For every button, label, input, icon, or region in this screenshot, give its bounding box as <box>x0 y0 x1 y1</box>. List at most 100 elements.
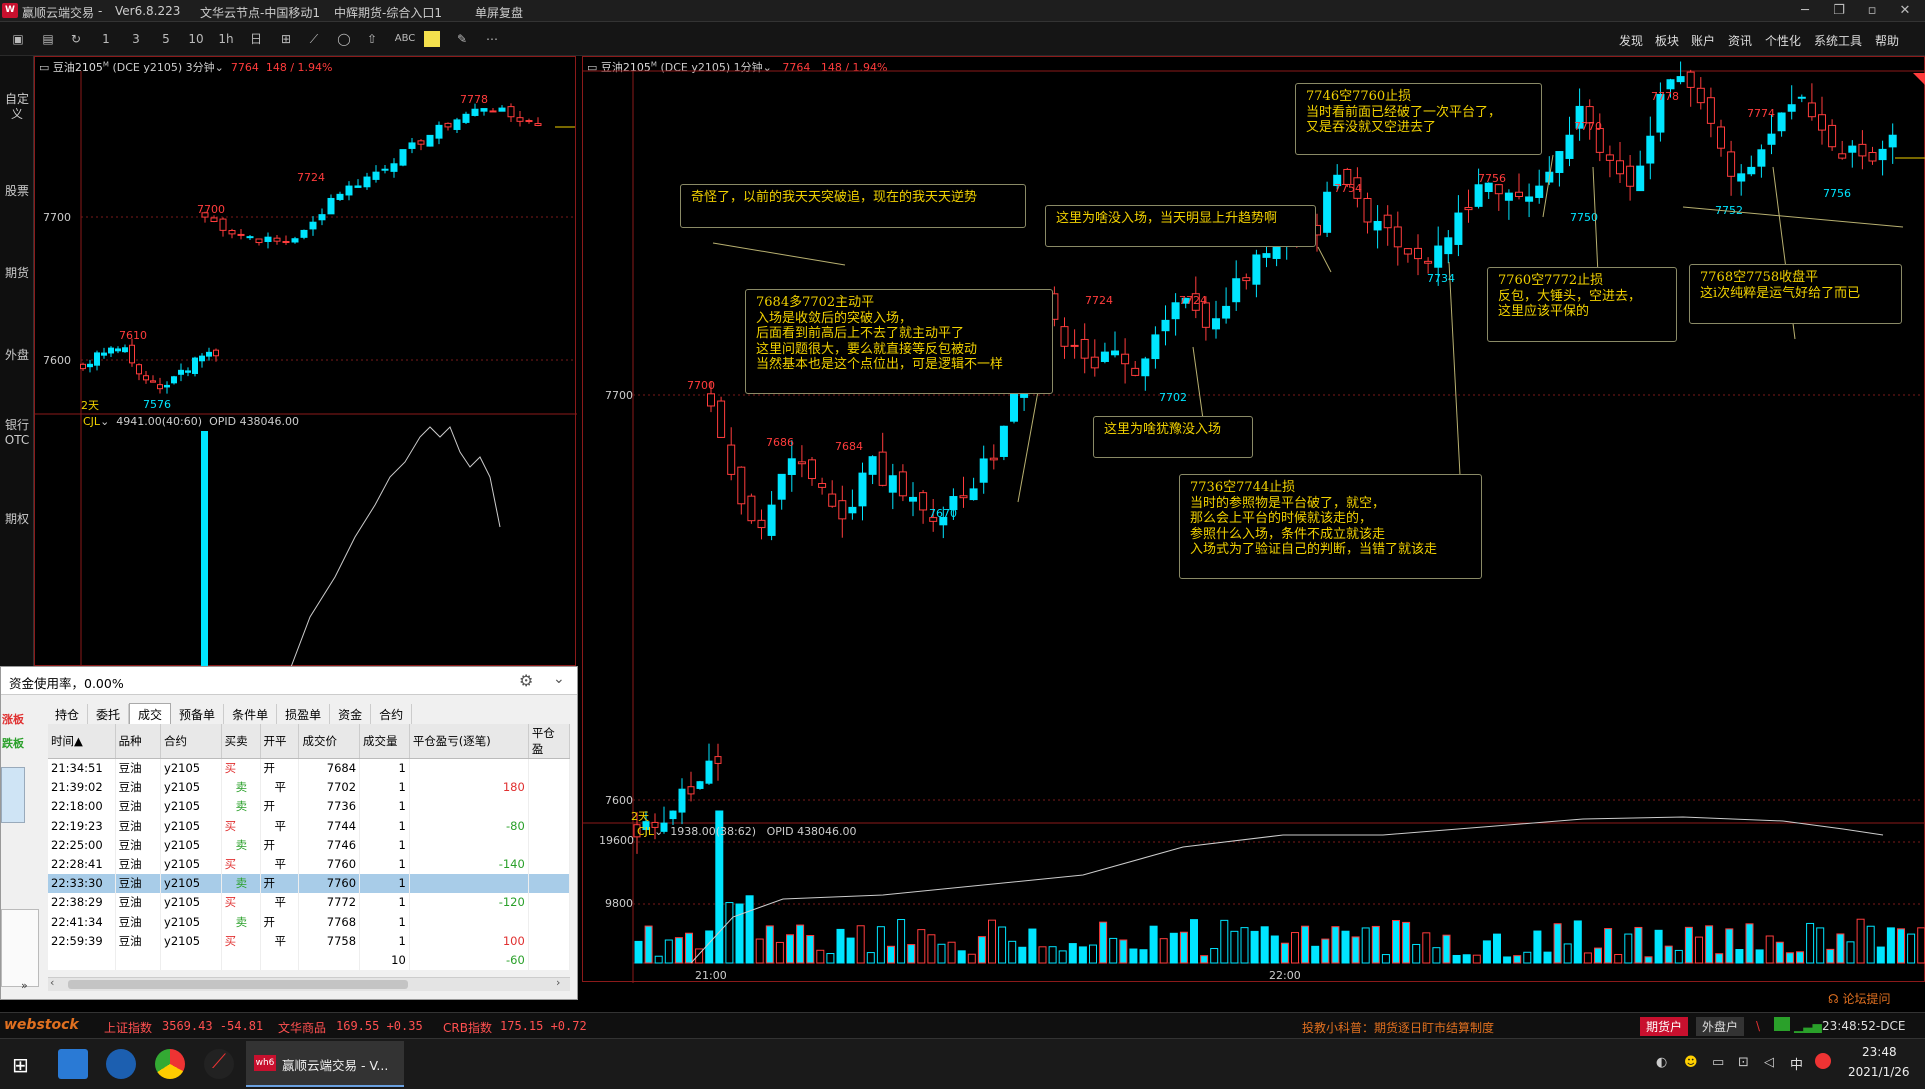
tray-emoji-icon[interactable]: ☻ <box>1684 1055 1698 1070</box>
column-header[interactable]: 开平 <box>260 724 300 759</box>
tab-orders[interactable]: 委托 <box>88 704 130 725</box>
scrollbar-thumb[interactable] <box>68 980 408 989</box>
maximize-icon[interactable]: ▫ <box>1860 2 1884 20</box>
scroll-right-icon[interactable]: › <box>556 976 560 989</box>
period-day[interactable]: 日 <box>246 30 266 48</box>
order-side-button[interactable] <box>1 767 25 823</box>
forum-link[interactable]: ☊ 论坛提问 <box>1828 990 1891 1007</box>
taskbar-active-app[interactable]: wh6 赢顺云端交易 - V... <box>246 1041 404 1087</box>
column-header[interactable]: 成交价 <box>298 724 361 759</box>
index-wenhua-name[interactable]: 文华商品 <box>278 1019 326 1036</box>
chevron-down-icon[interactable]: ⌄ <box>100 415 109 428</box>
tab-contracts[interactable]: 合约 <box>371 704 413 725</box>
minimize-icon[interactable]: ─ <box>1793 2 1817 20</box>
side-tab-futures[interactable]: 期货 <box>4 266 30 281</box>
chrome-icon[interactable] <box>155 1049 185 1079</box>
side-tab-stocks[interactable]: 股票 <box>4 184 30 199</box>
gear-icon[interactable]: ⚙ <box>519 671 533 690</box>
period-1h[interactable]: 1h <box>216 30 236 48</box>
side-tab-bank-otc[interactable]: 银行OTC <box>4 418 30 448</box>
tray-volume-icon[interactable]: ◁ <box>1764 1055 1774 1070</box>
foreign-account-button[interactable]: 外盘户 <box>1696 1017 1745 1036</box>
column-header[interactable]: 买卖 <box>221 724 261 759</box>
period-3[interactable]: 3 <box>126 30 146 48</box>
left-vol-label[interactable]: CJL <box>83 415 100 428</box>
column-header[interactable]: 合约 <box>160 724 222 759</box>
save-icon[interactable]: ▤ <box>38 30 58 48</box>
ime-indicator[interactable]: 中 <box>1790 1054 1803 1073</box>
tab-fills[interactable]: 成交 <box>129 703 172 725</box>
table-row[interactable]: 21:39:02 豆油 y2105 卖平 7702 1 180 <box>48 777 571 797</box>
tab-prepared[interactable]: 预备单 <box>171 704 225 725</box>
chevron-down-icon[interactable]: ⌄ <box>654 825 663 838</box>
scroll-left-icon[interactable]: ‹ <box>50 976 54 989</box>
close-icon[interactable]: ✕ <box>1893 2 1917 20</box>
table-row[interactable]: 22:18:00 豆油 y2105 卖开 7736 1 <box>48 796 571 817</box>
candle <box>1717 126 1725 149</box>
column-header[interactable]: 成交量 <box>359 724 410 759</box>
table-row[interactable]: 22:38:29 豆油 y2105 买平 7772 1 -120 <box>48 892 571 912</box>
grid-icon[interactable]: ⊞ <box>276 30 296 48</box>
column-header[interactable]: 平仓盈 <box>528 724 571 759</box>
menu-sector[interactable]: 板块 <box>1655 32 1679 49</box>
period-1[interactable]: 1 <box>96 30 116 48</box>
main-vol-label[interactable]: CJL <box>637 825 654 838</box>
tray-battery-icon[interactable]: ▭ <box>1712 1055 1724 1070</box>
index-shanghai-name[interactable]: 上证指数 <box>104 1019 152 1036</box>
main-kline-chart[interactable]: ▭ 豆油2105M (DCE y2105) 1分钟⌄ 7764 148 / 1.… <box>582 56 1925 983</box>
table-row[interactable]: 22:59:39 豆油 y2105 买平 7758 1 100 <box>48 931 571 951</box>
taskbar-clock[interactable]: 23:48 <box>1862 1045 1897 1059</box>
side-tab-foreign[interactable]: 外盘 <box>4 348 30 363</box>
stock-app-icon[interactable]: ⟋ <box>204 1049 234 1079</box>
side-tab-options[interactable]: 期权 <box>4 512 30 527</box>
expand-right-icon[interactable]: » <box>21 979 28 992</box>
color-tool-icon[interactable] <box>424 31 440 47</box>
more-icon[interactable]: ⋯ <box>482 30 502 48</box>
table-row[interactable]: 22:33:30 豆油 y2105 卖开 7760 1 <box>48 873 571 893</box>
horizontal-scrollbar[interactable]: ‹ › <box>48 976 570 991</box>
column-header[interactable]: 品种 <box>115 724 162 759</box>
tab-positions[interactable]: 持仓 <box>47 704 89 725</box>
taskbar-date[interactable]: 2021/1/26 <box>1848 1065 1910 1079</box>
table-row[interactable]: 21:34:51 豆油 y2105 买开 7684 1 <box>48 758 571 778</box>
table-row[interactable]: 22:19:23 豆油 y2105 买平 7744 1 -80 <box>48 816 571 836</box>
limit-down-label[interactable]: 跌板 <box>2 735 24 751</box>
refresh-icon[interactable]: ↻ <box>66 30 86 48</box>
tray-sogou-icon[interactable] <box>1815 1053 1831 1069</box>
table-row[interactable]: 22:28:41 豆油 y2105 买平 7760 1 -140 <box>48 854 571 874</box>
education-tip[interactable]: 投教小科普：期货逐日盯市结算制度 <box>1302 1019 1494 1036</box>
left-kline-chart[interactable]: ▭ 豆油2105M (DCE y2105) 3分钟⌄ 7764 148 / 1.… <box>34 56 577 667</box>
period-5[interactable]: 5 <box>156 30 176 48</box>
menu-news[interactable]: 资讯 <box>1728 32 1752 49</box>
menu-account[interactable]: 账户 <box>1691 32 1715 49</box>
period-10[interactable]: 10 <box>186 30 206 48</box>
tab-conditional[interactable]: 条件单 <box>224 704 278 725</box>
eraser-icon[interactable]: ✎ <box>452 30 472 48</box>
menu-help[interactable]: 帮助 <box>1875 32 1899 49</box>
table-row[interactable]: 22:41:34 豆油 y2105 卖开 7768 1 <box>48 912 571 932</box>
tab-stop-profit[interactable]: 损盈单 <box>277 704 331 725</box>
layout-icon[interactable]: ▣ <box>8 30 28 48</box>
ellipse-tool-icon[interactable]: ◯ <box>334 30 354 48</box>
file-explorer-icon[interactable] <box>58 1049 88 1079</box>
side-tab-custom[interactable]: 自定义 <box>4 92 30 122</box>
arrow-up-tool-icon[interactable]: ⇧ <box>362 30 382 48</box>
text-tool-icon[interactable]: ABC <box>392 30 418 48</box>
collapse-icon[interactable]: ⌄ <box>553 671 565 687</box>
menu-discover[interactable]: 发现 <box>1619 32 1643 49</box>
futures-account-button[interactable]: 期货户 <box>1640 1017 1689 1036</box>
menu-personalize[interactable]: 个性化 <box>1765 32 1801 49</box>
menu-system-tools[interactable]: 系统工具 <box>1814 32 1862 49</box>
restore-icon[interactable]: ❐ <box>1827 2 1851 20</box>
column-header[interactable]: 平仓盈亏(逐笔) <box>409 724 529 759</box>
table-row[interactable]: 22:25:00 豆油 y2105 卖开 7746 1 <box>48 835 571 855</box>
tray-wenhua-icon[interactable]: ◐ <box>1656 1055 1667 1070</box>
index-crb-name[interactable]: CRB指数 <box>443 1019 492 1036</box>
tray-network-icon[interactable]: ⊡ <box>1738 1055 1749 1070</box>
kugou-icon[interactable] <box>106 1049 136 1079</box>
tab-funds[interactable]: 资金 <box>330 704 372 725</box>
column-header[interactable]: 时间▲ <box>48 724 116 759</box>
limit-up-label[interactable]: 涨板 <box>2 711 24 727</box>
line-tool-icon[interactable]: ⟋ <box>304 30 324 48</box>
windows-start-icon[interactable]: ⊞ <box>12 1053 29 1077</box>
